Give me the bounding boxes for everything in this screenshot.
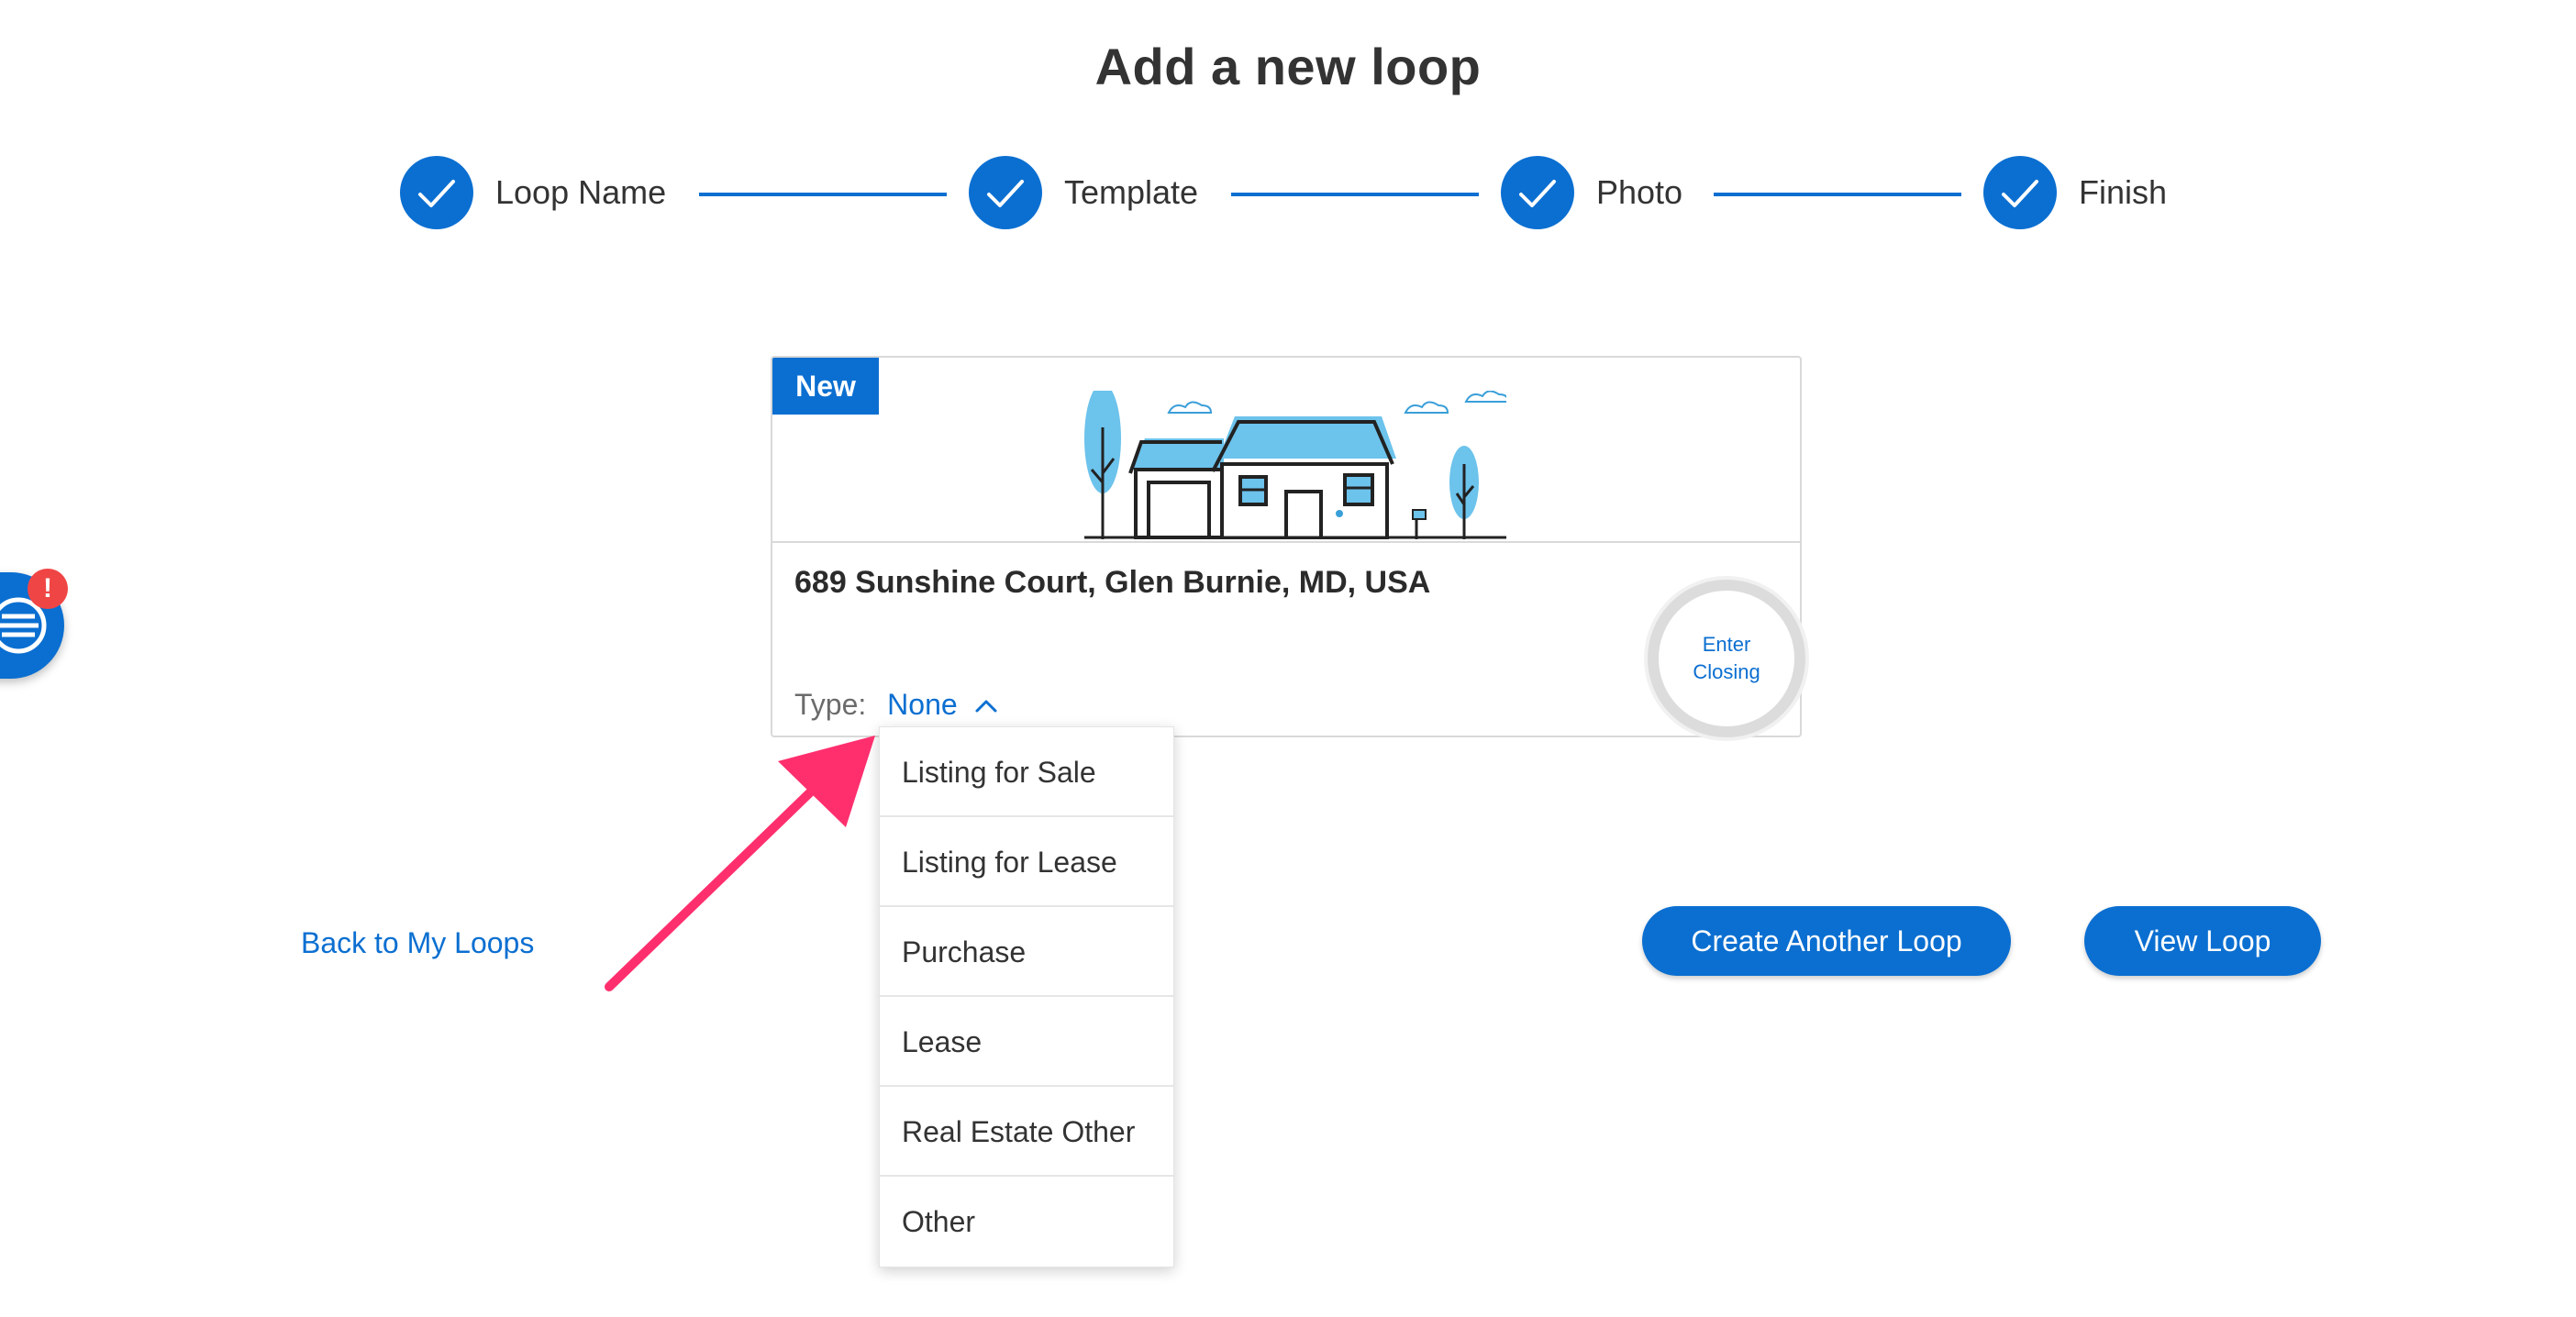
step-label-loop-name: Loop Name — [495, 173, 667, 211]
type-option-listing-for-lease[interactable]: Listing for Lease — [880, 817, 1173, 907]
enter-closing-line1: Enter — [1702, 633, 1751, 656]
house-illustration-icon — [1084, 391, 1506, 539]
type-selector[interactable]: None — [887, 688, 998, 721]
step-label-template: Template — [1064, 173, 1199, 211]
new-badge: New — [772, 358, 879, 415]
back-to-my-loops-link[interactable]: Back to My Loops — [301, 921, 534, 965]
checkmark-icon — [987, 180, 1024, 207]
type-row: Type: None — [794, 682, 999, 726]
create-another-loop-button[interactable]: Create Another Loop — [1642, 906, 2011, 976]
page-title: Add a new loop — [1094, 38, 1482, 95]
type-option-real-estate-other[interactable]: Real Estate Other — [880, 1087, 1173, 1177]
loop-address: 689 Sunshine Court, Glen Burnie, MD, USA — [794, 565, 1431, 600]
step-label-photo: Photo — [1596, 173, 1683, 211]
alert-badge: ! — [28, 569, 68, 609]
step-loop-name-check — [400, 156, 473, 229]
annotation-arrow-icon — [605, 736, 875, 991]
checkmark-icon — [418, 180, 455, 207]
progress-stepper: Loop Name Template Photo Finish — [0, 156, 2576, 233]
type-option-listing-for-sale[interactable]: Listing for Sale — [880, 727, 1173, 817]
enter-closing-button[interactable]: Enter Closing — [1648, 580, 1805, 737]
type-dropdown-menu: Listing for Sale Listing for Lease Purch… — [879, 726, 1174, 1267]
step-connector — [699, 193, 947, 196]
step-label-finish: Finish — [2079, 173, 2168, 211]
enter-closing-line2: Closing — [1693, 660, 1760, 683]
type-selected-value: None — [887, 688, 958, 721]
step-template-check — [969, 156, 1042, 229]
checkmark-icon — [1519, 180, 1556, 207]
loop-photo-area[interactable]: New — [772, 358, 1800, 543]
type-option-purchase[interactable]: Purchase — [880, 907, 1173, 997]
view-loop-button[interactable]: View Loop — [2084, 906, 2321, 976]
step-connector — [1714, 193, 1961, 196]
step-photo-check — [1501, 156, 1574, 229]
step-finish-check — [1983, 156, 2057, 229]
type-label: Type: — [794, 688, 867, 721]
loop-card: New 689 Sunshine Court, Glen Burnie, MD,… — [771, 356, 1802, 737]
step-connector — [1231, 193, 1479, 196]
checkmark-icon — [2002, 180, 2038, 207]
enter-closing-label: Enter Closing — [1659, 591, 1794, 726]
type-option-lease[interactable]: Lease — [880, 997, 1173, 1087]
chevron-up-icon — [975, 700, 997, 713]
type-option-other[interactable]: Other — [880, 1177, 1173, 1267]
